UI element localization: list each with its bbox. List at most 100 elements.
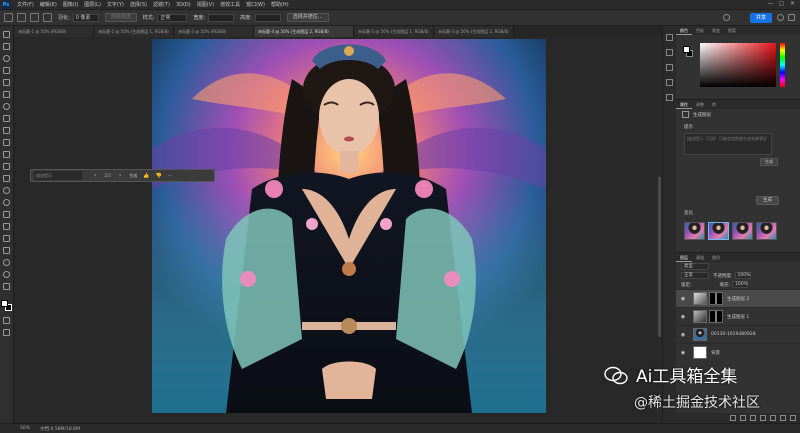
healing-brush-icon[interactable] [3,115,10,122]
add-selection-icon[interactable] [43,13,52,22]
lasso-tool-icon[interactable] [3,55,10,62]
menu-view[interactable]: 视图(V) [194,1,217,8]
tab-document-3[interactable]: 未标题-3 @ 50% (RGB/8) [174,26,254,37]
screen-mode-icon[interactable] [3,329,10,336]
style-select[interactable]: 正常 [157,13,188,22]
zoom-level[interactable]: 50% [20,426,30,431]
marquee-tool-icon[interactable] [3,43,10,50]
tab-libraries[interactable]: 库 [708,100,720,109]
tab-color[interactable]: 颜色 [676,26,692,35]
character-panel-icon[interactable] [666,64,673,71]
search-icon[interactable] [777,14,784,21]
fill-input[interactable]: 100% [732,281,749,288]
feather-input[interactable]: 0 像素 [72,13,99,22]
tab-document-1[interactable]: 未标题-1 @ 50% (RGB/8) [14,26,94,37]
panel-foreground-swatch[interactable] [683,46,690,53]
tab-adjustments[interactable]: 调整 [692,100,708,109]
marquee-tool-icon[interactable] [17,13,26,22]
minimize-icon[interactable]: — [765,0,776,7]
history-panel-icon[interactable] [666,34,673,41]
layer-kind-filter[interactable]: 类型 [681,263,709,270]
home-icon[interactable] [4,13,13,22]
height-input[interactable] [254,13,281,22]
tab-layers[interactable]: 图层 [676,253,692,262]
new-selection-icon[interactable] [30,13,39,22]
blend-mode-select[interactable]: 正常 [681,272,709,279]
pen-tool-icon[interactable] [3,211,10,218]
tab-document-4[interactable]: 未标题-4 @ 50% (生成图层 2, RGB/8) [254,26,354,37]
layer-row[interactable]: ◉ 生成图层 2 [676,289,800,307]
layer-row[interactable]: ◉ 生成图层 1 [676,307,800,325]
generate-main-button[interactable]: 生成 [756,196,779,205]
canvas-area[interactable]: 描述提示 ‹ 2/3 › 生成 👍 👎 ··· [14,37,658,423]
color-field[interactable] [700,43,776,87]
foreground-color-swatch[interactable] [0,300,8,307]
generate-button[interactable]: 生成 [129,173,137,179]
menu-edit[interactable]: 编辑(E) [37,1,60,8]
tab-document-2[interactable]: 未标题-2 @ 50% (生成图层 1, RGB/8) [94,26,174,37]
thumbs-up-icon[interactable]: 👍 [143,173,149,179]
prompt-textarea[interactable]: 描述提示（可选）可能会使图像生成效果更好 [684,133,772,155]
visibility-eye-icon[interactable]: ◉ [679,296,687,302]
menu-image[interactable]: 图像(I) [60,1,81,8]
generate-small-button[interactable]: 生成 [760,158,778,166]
menu-3d[interactable]: 3D(D) [173,2,194,8]
brush-tool-icon[interactable] [3,127,10,134]
frame-tool-icon[interactable] [3,91,10,98]
hand-tool-icon[interactable] [3,259,10,266]
tab-paths[interactable]: 路径 [708,253,724,262]
history-brush-icon[interactable] [3,151,10,158]
more-tools-icon[interactable] [3,283,10,290]
eyedropper-tool-icon[interactable] [3,103,10,110]
visibility-eye-icon[interactable]: ◉ [679,350,687,356]
more-options-icon[interactable]: ··· [168,173,173,179]
menu-file[interactable]: 文件(F) [14,1,37,8]
visibility-eye-icon[interactable]: ◉ [679,314,687,320]
antialias-checkbox[interactable]: 消除锯齿 [104,13,137,22]
workspace-icon[interactable] [788,14,795,21]
menu-help[interactable]: 帮助(H) [268,1,292,8]
variation-thumbnail[interactable] [756,222,777,240]
menu-layer[interactable]: 图层(L) [81,1,104,8]
prompt-input[interactable]: 描述提示 [34,171,82,180]
tab-document-6[interactable]: 未标题-4 @ 50% (生成图层 2, RGB/8) [434,26,514,37]
layer-row[interactable]: ◉ 背景 [676,343,800,361]
tab-properties[interactable]: 属性 [676,100,692,109]
scrollbar-thumb[interactable] [658,177,661,337]
path-select-icon[interactable] [3,235,10,242]
rectangle-tool-icon[interactable] [3,247,10,254]
variation-thumbnail[interactable] [732,222,753,240]
tab-patterns[interactable]: 图案 [724,26,740,35]
paragraph-panel-icon[interactable] [666,79,673,86]
menu-filter[interactable]: 滤镜(T) [150,1,173,8]
clone-stamp-icon[interactable] [3,139,10,146]
eraser-tool-icon[interactable] [3,163,10,170]
maximize-icon[interactable]: ▢ [776,0,787,7]
object-select-tool-icon[interactable] [3,67,10,74]
tab-document-5[interactable]: 未标题-5 @ 50% (生成图层 1, RGB/8) [354,26,434,37]
visibility-eye-icon[interactable]: ◉ [679,332,687,338]
zoom-tool-icon[interactable] [3,271,10,278]
width-input[interactable] [208,13,235,22]
close-icon[interactable]: ✕ [787,0,798,7]
menu-type[interactable]: 文字(Y) [104,1,127,8]
quick-mask-icon[interactable] [3,317,10,324]
select-and-mask-button[interactable]: 选择并遮住... [286,13,329,22]
gradient-tool-icon[interactable] [3,175,10,182]
menu-window[interactable]: 窗口(W) [243,1,268,8]
layer-row[interactable]: ◉ 00130-1019480928 [676,325,800,343]
color-swatches[interactable] [0,300,13,312]
brush-panel-icon[interactable] [666,94,673,101]
cloud-icon[interactable] [723,14,730,21]
opacity-input[interactable]: 100% [734,272,751,279]
type-tool-icon[interactable] [3,223,10,230]
variation-thumbnail[interactable] [708,222,729,240]
blur-tool-icon[interactable] [3,187,10,194]
previous-variation-button[interactable]: ‹ [94,172,96,179]
tab-swatches[interactable]: 色板 [692,26,708,35]
tab-channels[interactable]: 通道 [692,253,708,262]
artwork-image[interactable] [152,39,546,413]
thumbs-down-icon[interactable]: 👎 [155,173,161,179]
menu-select[interactable]: 选择(S) [127,1,150,8]
hue-slider[interactable] [780,43,785,87]
